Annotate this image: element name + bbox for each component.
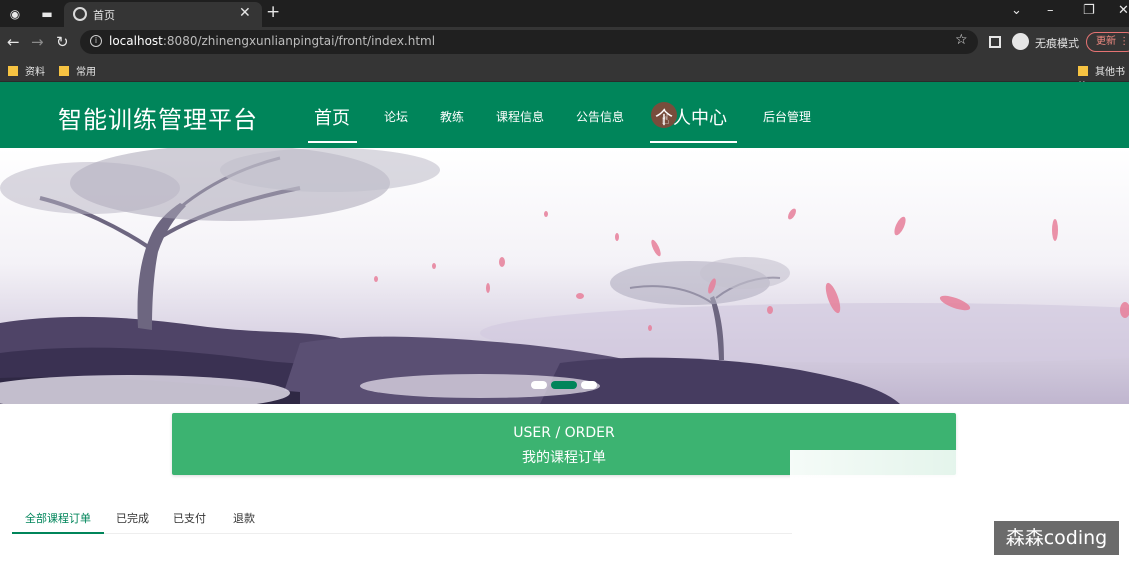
carousel-dot-2[interactable] [551,381,577,389]
back-arrow-icon[interactable]: ← [7,33,20,51]
nav-forum[interactable]: 论坛 [384,108,408,125]
folder-icon [59,66,69,76]
order-tabs-baseline [12,533,792,534]
nav-personal-underline [650,141,737,143]
tab-paid[interactable]: 已支付 [173,510,206,526]
active-tab-underline [12,532,104,534]
site-info-icon[interactable]: i [90,35,102,47]
carousel-banner[interactable] [0,148,1129,404]
omnibox[interactable]: i localhost:8080/zhinengxunlianpingtai/f… [80,30,978,54]
minimize-button[interactable]: – [1047,3,1054,18]
restore-button[interactable]: ❐ [1083,3,1095,18]
close-window-button[interactable]: ✕ [1118,3,1129,18]
update-button[interactable]: 更新 ⋮ [1086,32,1129,52]
tab-refund[interactable]: 退款 [233,510,255,526]
watermark: 森森coding [994,521,1119,555]
video-haze-overlay [790,450,980,560]
site-brand[interactable]: 智能训练管理平台 [58,100,258,135]
carousel-dot-1[interactable] [531,381,547,389]
tab-search-icon[interactable]: ▬ [38,5,56,23]
nav-course-info[interactable]: 课程信息 [496,108,544,125]
folder-icon [8,66,18,76]
browser-tab-active[interactable]: 首页 ✕ [64,2,262,27]
new-tab-button[interactable]: + [266,2,280,22]
nav-home[interactable]: 首页 [314,104,350,130]
bookmark-folder-changyong[interactable]: 常用 [59,63,96,78]
forward-arrow-icon[interactable]: → [31,33,44,51]
hand-cursor-icon: ☝ [661,112,670,128]
incognito-icon [1012,33,1029,50]
nav-notice-info[interactable]: 公告信息 [576,108,624,125]
address-bar-row: ← → ↻ i localhost:8080/zhinengxunlianpin… [0,27,1129,57]
nav-coach[interactable]: 教练 [440,108,464,125]
order-title-en: USER / ORDER [513,425,615,441]
reload-icon[interactable]: ↻ [56,33,69,51]
banner-landscape-image [0,148,1129,404]
url-text[interactable]: localhost:8080/zhinengxunlianpingtai/fro… [109,34,435,48]
bookmarks-bar: 资料 常用 其他书签 [0,57,1129,93]
browser-tab-strip: ◉ ▬ 首页 ✕ + ⌄ – ❐ ✕ [0,0,1129,27]
folder-icon [1078,66,1088,76]
nav-admin[interactable]: 后台管理 [763,108,811,125]
incognito-label: 无痕模式 [1035,37,1079,50]
bookmark-star-icon[interactable]: ☆ [955,32,968,48]
tab-list-chevron-icon[interactable]: ⌄ [1011,3,1022,18]
tab-all-orders[interactable]: 全部课程订单 [25,510,91,526]
tab-completed[interactable]: 已完成 [116,510,149,526]
carousel-dot-3[interactable] [581,381,597,389]
profile-globe-icon[interactable]: ◉ [6,5,24,23]
browser-tab-title: 首页 [93,9,115,22]
site-navbar: 智能训练管理平台 首页 论坛 教练 课程信息 公告信息 个人中心 ☝ 后台管理 [0,82,1129,148]
close-tab-icon[interactable]: ✕ [239,5,251,21]
nav-home-underline [308,141,357,143]
globe-icon [73,7,87,21]
bookmark-folder-ziliao[interactable]: 资料 [8,63,45,78]
side-panel-icon[interactable] [989,36,1001,48]
